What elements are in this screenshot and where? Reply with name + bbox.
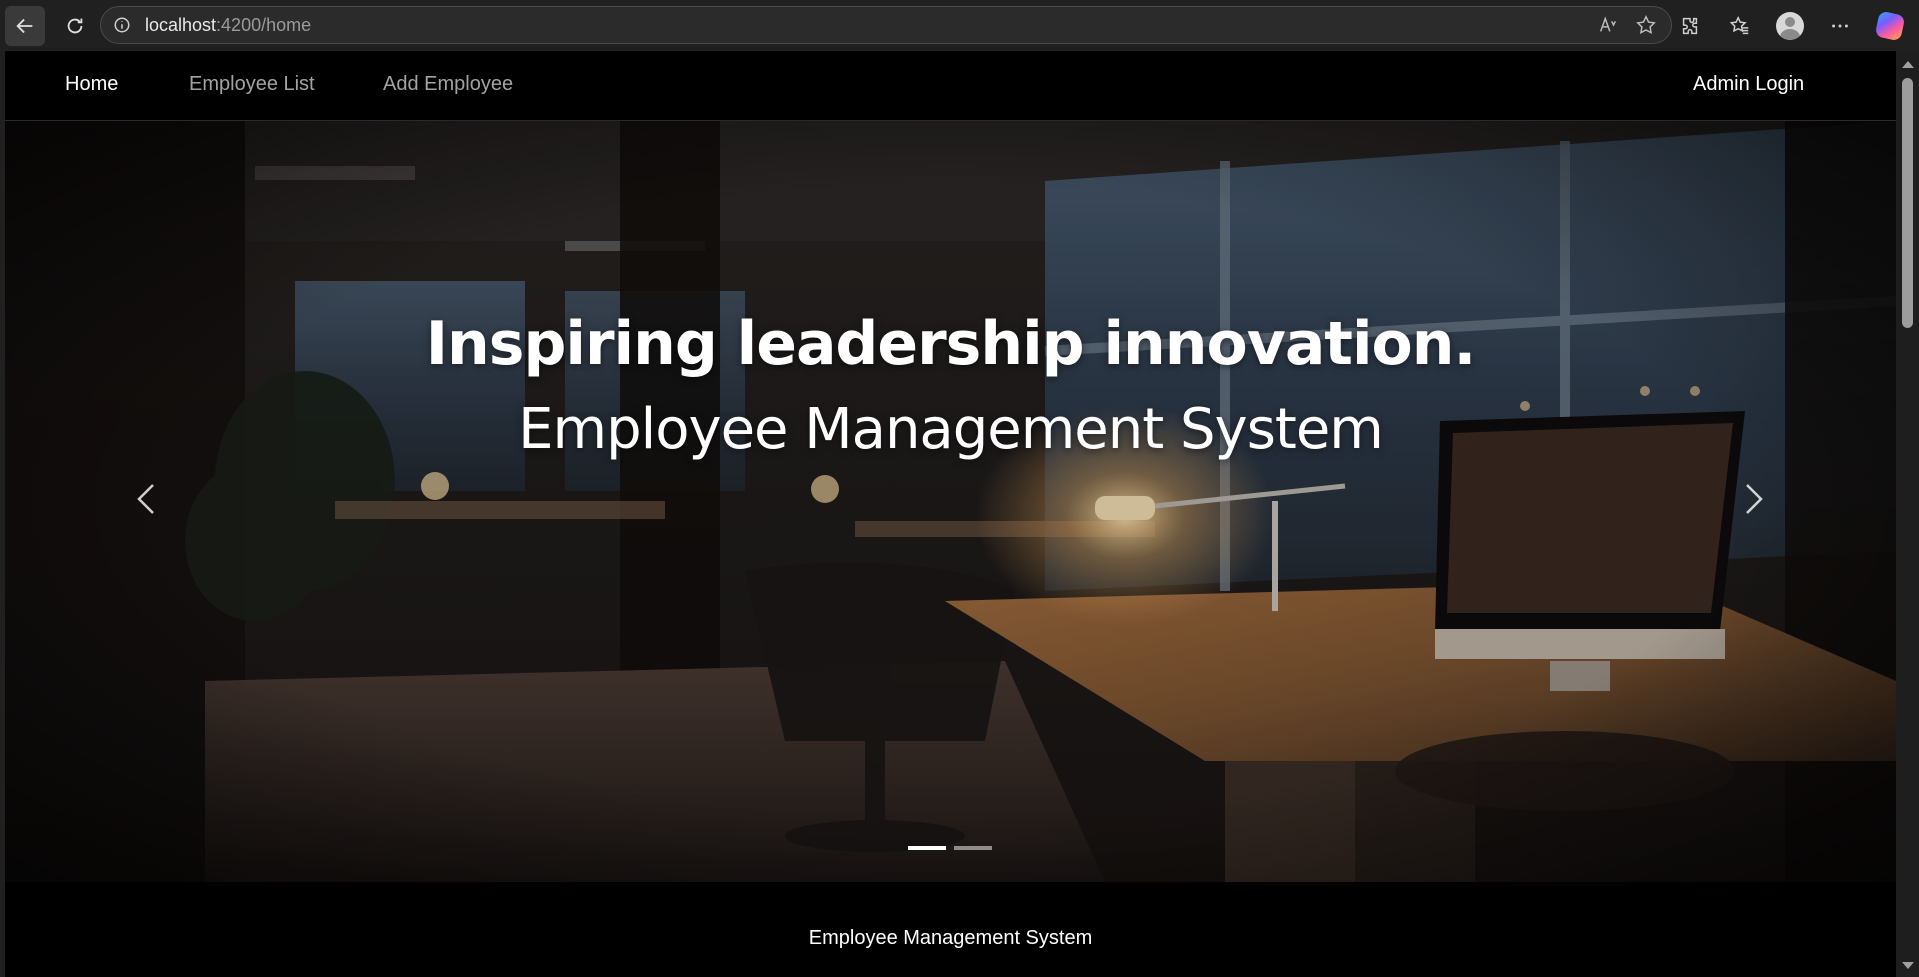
extensions-icon[interactable]	[1667, 6, 1713, 46]
back-arrow-icon[interactable]	[5, 5, 45, 46]
avatar	[1776, 11, 1804, 40]
profile-icon[interactable]	[1767, 6, 1813, 46]
carousel-indicator-2[interactable]	[954, 846, 992, 850]
copilot-icon[interactable]	[1867, 6, 1913, 46]
carousel-prev-button[interactable]	[127, 479, 167, 519]
chevron-right-icon	[1746, 484, 1763, 514]
carousel-indicators	[908, 846, 992, 850]
reload-icon[interactable]	[55, 6, 95, 46]
browser-toolbar: localhost:4200/home	[0, 0, 1919, 51]
page-scrollbar[interactable]	[1896, 51, 1919, 977]
url-text[interactable]: localhost:4200/home	[145, 15, 311, 36]
site-info-icon[interactable]	[113, 16, 131, 34]
footer: Employee Management System	[5, 882, 1896, 977]
nav-add-employee-link[interactable]: Add Employee	[383, 73, 513, 96]
address-bar[interactable]: localhost:4200/home	[100, 6, 1672, 44]
copilot-logo	[1874, 10, 1906, 41]
scroll-up-arrow-icon[interactable]	[1902, 61, 1914, 68]
chevron-left-icon	[137, 484, 154, 514]
nav-admin-login-link[interactable]: Admin Login	[1693, 73, 1804, 96]
carousel-next-button[interactable]	[1733, 479, 1773, 519]
navbar: Home Employee List Add Employee Admin Lo…	[5, 51, 1896, 121]
footer-text: Employee Management System	[808, 927, 1093, 949]
scroll-thumb[interactable]	[1902, 78, 1913, 328]
scroll-down-arrow-icon[interactable]	[1902, 962, 1914, 969]
page-viewport: Home Employee List Add Employee Admin Lo…	[5, 51, 1896, 977]
carousel-title: Inspiring leadership innovation.	[425, 309, 1477, 379]
favorite-star-icon[interactable]	[1635, 14, 1657, 36]
office-background-image	[5, 121, 1896, 882]
hero-carousel: Inspiring leadership innovation. Employe…	[5, 121, 1896, 882]
url-host: localhost	[145, 14, 217, 35]
favorites-icon[interactable]	[1717, 6, 1763, 46]
more-icon[interactable]	[1817, 6, 1863, 46]
carousel-indicator-1[interactable]	[908, 846, 946, 850]
carousel-subtitle: Employee Management System	[518, 397, 1384, 462]
url-path: :4200/home	[216, 14, 312, 35]
nav-home-link[interactable]: Home	[65, 73, 118, 96]
read-aloud-icon[interactable]	[1597, 14, 1619, 36]
nav-employee-list-link[interactable]: Employee List	[189, 73, 315, 96]
